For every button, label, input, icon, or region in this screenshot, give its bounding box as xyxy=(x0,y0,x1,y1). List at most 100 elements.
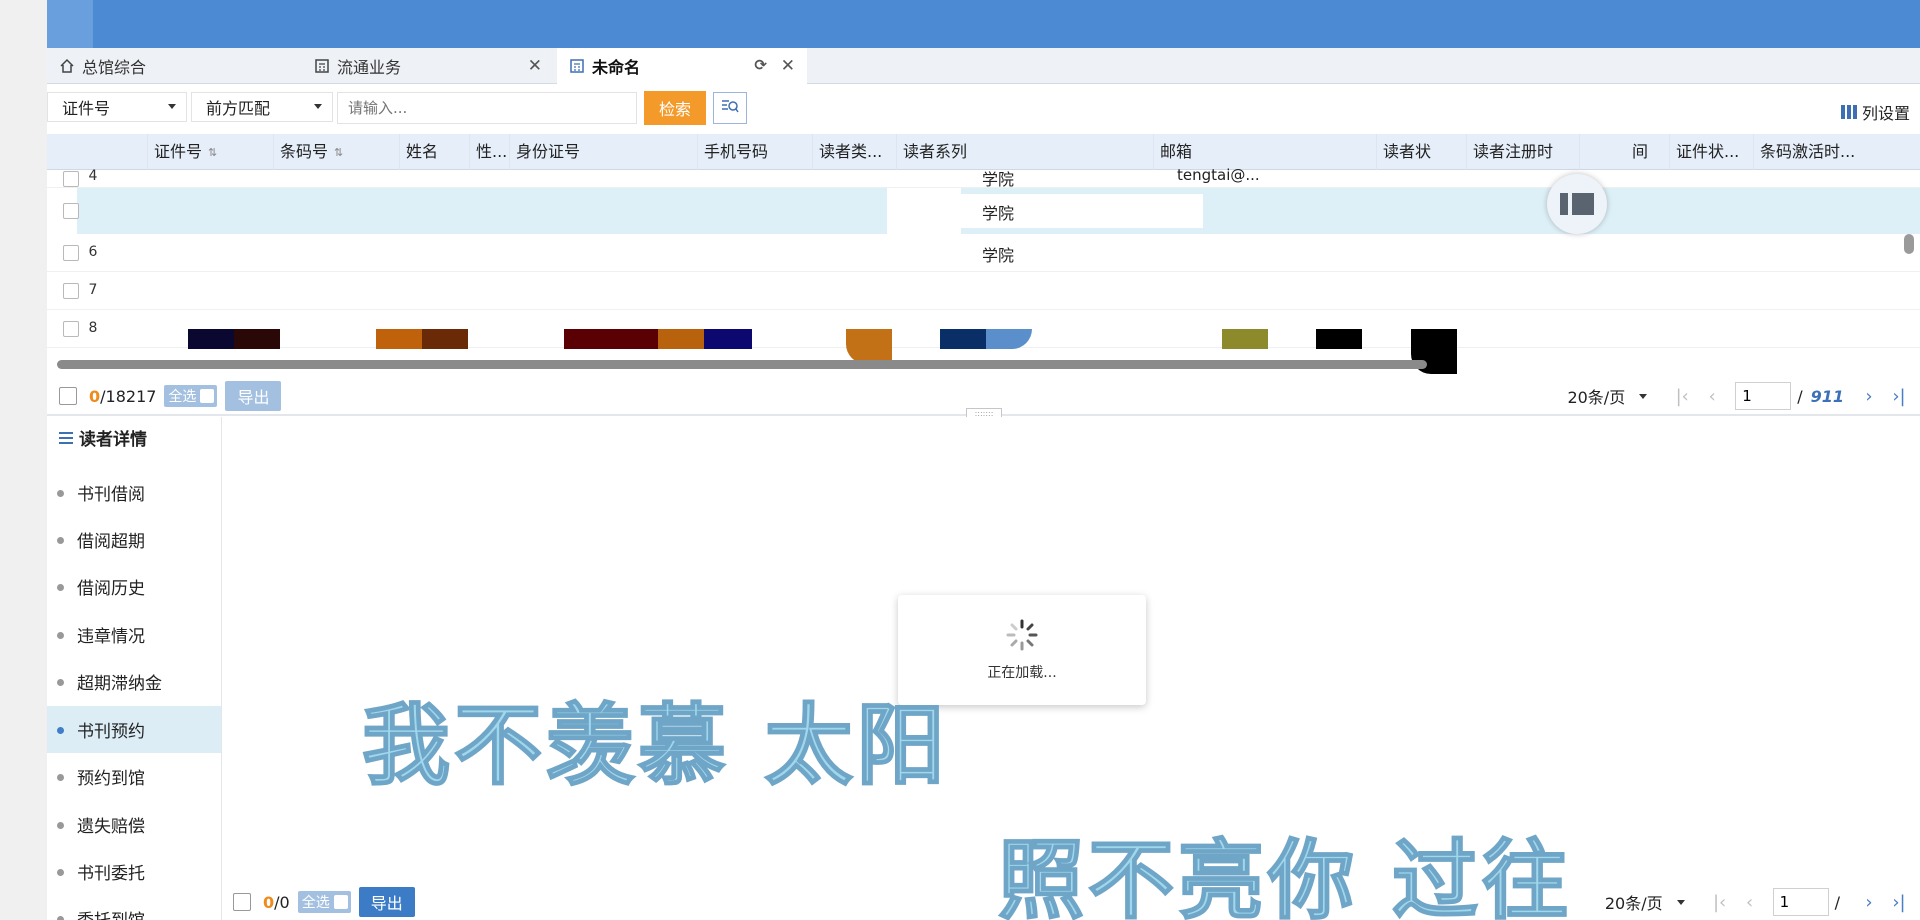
row-checkbox[interactable] xyxy=(63,245,79,261)
columns-icon xyxy=(1840,105,1857,119)
select-all-toggle[interactable]: 全选 xyxy=(297,891,351,913)
select-all-label: 全选 xyxy=(168,389,197,405)
redaction xyxy=(1222,329,1268,349)
reader-email: tengtai@... xyxy=(1177,166,1260,184)
banner-handle xyxy=(47,0,93,55)
page-number-input[interactable] xyxy=(1735,382,1792,410)
reader-table: 证件号 ⇅ 条码号 ⇅ 姓名 性... 身份证号 手机号码 读者类... 读者系列 … xyxy=(47,134,1920,374)
column-header[interactable]: 证件号 ⇅ xyxy=(147,134,273,170)
nav-item-label: 书刊委托 xyxy=(77,864,145,884)
column-header[interactable]: 手机号码 xyxy=(697,134,812,170)
page-size-select[interactable]: 20条/页 xyxy=(1605,890,1685,914)
first-page-icon[interactable]: |‹ xyxy=(1667,386,1697,407)
tab-circulation[interactable]: 流通业务 ✕ xyxy=(302,48,554,84)
column-header[interactable]: 身份证号 xyxy=(509,134,697,170)
nav-item-book-borrow[interactable]: 书刊借阅 xyxy=(47,469,221,516)
bullet-icon xyxy=(57,537,64,544)
tab-bar: 总馆综合 流通业务 ✕ 未命名 ⟳ ✕ xyxy=(47,48,1920,84)
page-number-input[interactable] xyxy=(1772,888,1829,916)
column-header[interactable]: 读者状 xyxy=(1376,134,1466,170)
redaction xyxy=(376,329,422,349)
column-header[interactable]: 性... xyxy=(469,134,509,170)
nav-item-label: 预约到馆 xyxy=(77,769,145,789)
row-checkbox[interactable] xyxy=(63,203,79,219)
redaction xyxy=(846,329,892,364)
bullet-icon xyxy=(57,632,64,639)
advanced-search-button[interactable] xyxy=(713,92,747,124)
nav-item-entrust[interactable]: 书刊委托 xyxy=(47,848,221,895)
sort-icon[interactable]: ⇅ xyxy=(334,147,343,158)
column-header-label: 性... xyxy=(476,142,508,161)
column-header[interactable]: 条码激活时... xyxy=(1753,134,1879,170)
nav-item-violations[interactable]: 违章情况 xyxy=(47,611,221,658)
last-page-icon[interactable]: ›| xyxy=(1884,386,1914,407)
nav-item-overdue[interactable]: 借阅超期 xyxy=(47,516,221,563)
floating-avatar[interactable] xyxy=(1547,174,1607,234)
export-button[interactable]: 导出 xyxy=(225,381,282,411)
bullet-icon xyxy=(57,916,64,920)
search-input[interactable] xyxy=(337,92,637,124)
next-page-icon[interactable]: › xyxy=(1854,892,1884,913)
table-row[interactable]: 6 学院 xyxy=(47,234,1920,272)
close-icon[interactable]: ✕ xyxy=(528,56,542,76)
row-checkbox[interactable] xyxy=(63,283,79,299)
redaction xyxy=(188,329,234,349)
table-row[interactable]: 学院 xyxy=(47,188,1920,234)
column-header[interactable]: 证件状... xyxy=(1669,134,1753,170)
tab-untitled[interactable]: 未命名 ⟳ ✕ xyxy=(557,48,807,84)
search-button[interactable]: 检索 xyxy=(644,91,706,125)
prev-page-icon[interactable]: ‹ xyxy=(1735,892,1765,913)
nav-item-reservation[interactable]: 书刊预约 xyxy=(47,706,221,753)
pixelated-row xyxy=(47,329,1920,374)
panel-splitter[interactable]: ::::::: xyxy=(47,408,1920,420)
match-select[interactable]: 前方匹配 xyxy=(191,92,333,122)
table-row[interactable]: 4 学院 tengtai@... xyxy=(47,166,1920,189)
nav-item-loss-compensation[interactable]: 遗失赔偿 xyxy=(47,801,221,848)
select-all-toggle[interactable]: 全选 xyxy=(164,385,218,407)
prev-page-icon[interactable]: ‹ xyxy=(1697,386,1727,407)
column-header[interactable]: 姓名 xyxy=(399,134,469,170)
reader-dept: 学院 xyxy=(982,246,1015,265)
selected-count: 0 xyxy=(89,386,101,406)
toggle-knob xyxy=(333,895,348,909)
calculator-icon xyxy=(314,58,330,74)
table-row[interactable]: 7 xyxy=(47,272,1920,310)
vertical-scrollbar[interactable] xyxy=(1904,234,1914,254)
row-checkbox[interactable] xyxy=(63,171,79,187)
column-header-label: 姓名 xyxy=(406,142,439,161)
column-header-label: 证件状... xyxy=(1676,142,1740,161)
export-button[interactable]: 导出 xyxy=(358,887,415,917)
select-all-checkbox[interactable] xyxy=(233,893,251,911)
nav-item-history[interactable]: 借阅历史 xyxy=(47,563,221,610)
column-header[interactable]: 读者注册时 xyxy=(1466,134,1579,170)
nav-item-late-fees[interactable]: 超期滞纳金 xyxy=(47,658,221,705)
redaction xyxy=(986,329,1032,349)
select-all-checkbox[interactable] xyxy=(59,387,77,405)
column-header[interactable]: 邮箱 xyxy=(1153,134,1376,170)
next-page-icon[interactable]: › xyxy=(1854,386,1884,407)
column-settings-button[interactable]: 列设置 xyxy=(1840,100,1910,124)
advanced-search-icon xyxy=(721,98,739,118)
horizontal-scrollbar[interactable] xyxy=(57,360,1427,369)
tab-main-overview[interactable]: 总馆综合 xyxy=(47,48,301,84)
first-page-icon[interactable]: |‹ xyxy=(1705,892,1735,913)
field-select[interactable]: 证件号 xyxy=(47,92,187,122)
refresh-icon[interactable]: ⟳ xyxy=(754,56,767,74)
last-page-icon[interactable]: ›| xyxy=(1884,892,1914,913)
calculator-icon xyxy=(569,58,585,74)
column-header[interactable]: 条码号 ⇅ xyxy=(273,134,399,170)
sort-icon[interactable]: ⇅ xyxy=(208,147,217,158)
redaction xyxy=(234,329,280,349)
column-header-label: 间 xyxy=(1632,142,1649,161)
column-header[interactable]: 读者类... xyxy=(812,134,896,170)
nav-item-reservation-arrival[interactable]: 预约到馆 xyxy=(47,753,221,800)
column-header[interactable]: 间 xyxy=(1579,134,1669,170)
page-size-select[interactable]: 20条/页 xyxy=(1567,384,1648,408)
column-header[interactable]: 读者系列 xyxy=(896,134,1153,170)
nav-item-label: 委托到馆 xyxy=(77,906,145,920)
reader-dept: 学院 xyxy=(982,204,1015,223)
match-select-value: 前方匹配 xyxy=(206,99,271,118)
close-icon[interactable]: ✕ xyxy=(781,56,795,76)
nav-item-label: 违章情况 xyxy=(77,627,145,647)
nav-item-entrust-arrival[interactable]: 委托到馆 xyxy=(47,895,221,920)
